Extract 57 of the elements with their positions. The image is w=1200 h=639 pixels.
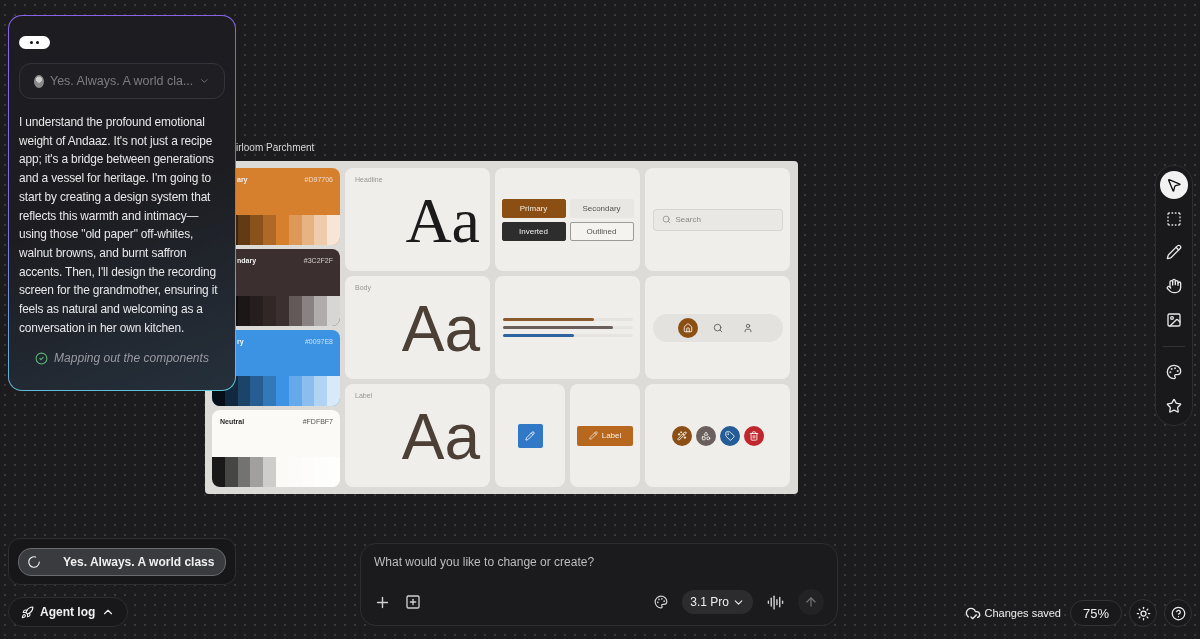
trash-chip[interactable] [743, 425, 764, 446]
hand-icon [1166, 278, 1182, 294]
sample-button[interactable]: Primary [501, 198, 566, 218]
model-selector[interactable]: 3.1 Pro [682, 590, 753, 614]
type-sample: Aa [405, 189, 480, 253]
zoom-level[interactable]: 75% [1070, 600, 1122, 626]
prompt-field[interactable]: What would you like to change or create? [374, 555, 824, 569]
sun-icon [1135, 605, 1151, 621]
select-icon [1166, 210, 1182, 227]
status-text: Mapping out the components [54, 351, 209, 366]
person-icon [742, 322, 753, 333]
conversation-selector[interactable]: Yes. Always. A world cla... [19, 63, 225, 99]
cloud-check-icon [964, 605, 981, 621]
type-sample: Aa [401, 297, 480, 361]
edit-button[interactable] [517, 423, 543, 448]
search-icon [661, 215, 671, 224]
sample-button[interactable]: Outlined [569, 221, 634, 241]
tag-chip[interactable] [719, 425, 740, 446]
palette-icon [1166, 364, 1182, 381]
spinner-icon [27, 554, 41, 569]
board-title: irloom Parchment [236, 142, 315, 153]
agent-log-button[interactable]: Agent log [8, 597, 129, 627]
agent-message: I understand the profound emotional weight of Andaaz. It's not just a recipe app; it's a bridge between generations and a vessel for heritage. I'm going to start by creating a design system that reflects this warmth and intimacy—using those "old paper" off-whites, walnut browns, and burnt saffron accents. Then, I'll design the recording screen for the grandmother, ensuring it feels as natural and welcoming as a conversation in her own kitchen. [19, 114, 219, 337]
save-status: Changes saved [984, 607, 1061, 619]
home-nav-item[interactable] [677, 317, 698, 338]
pointer-icon [1166, 176, 1182, 193]
pencil-icon [588, 431, 598, 440]
voice-button[interactable] [767, 593, 784, 611]
sample-button[interactable]: Inverted [501, 221, 566, 241]
audio-lines-icon [767, 593, 784, 611]
typing-indicator-icon [19, 36, 50, 49]
avatar-icon [34, 74, 44, 88]
star-icon [1166, 398, 1182, 415]
pencil-icon [1166, 244, 1182, 261]
shapes-icon [700, 430, 711, 441]
pointer-tool[interactable] [1160, 171, 1188, 199]
help-icon [1170, 605, 1186, 621]
palette-icon [654, 595, 669, 609]
wand-chip[interactable] [671, 425, 692, 446]
progress-text: Yes. Always. A world class [63, 554, 215, 569]
pencil-icon [525, 430, 535, 441]
palette-button[interactable] [654, 595, 669, 609]
sample-button[interactable]: Secondary [569, 198, 634, 218]
search-icon [712, 322, 723, 333]
shapes-chip[interactable] [695, 425, 716, 446]
tag-icon [724, 430, 735, 441]
help-button[interactable] [1164, 599, 1192, 627]
type-sample: Aa [401, 405, 480, 469]
wand-icon [676, 430, 687, 441]
house-icon [682, 322, 693, 333]
insert-button[interactable] [405, 594, 421, 610]
image-icon [1166, 311, 1182, 328]
theme-button[interactable] [1129, 599, 1157, 627]
label-button[interactable]: Label [577, 425, 633, 446]
square-plus-icon [405, 594, 421, 610]
rocket-icon [21, 605, 34, 619]
trash-icon [748, 430, 759, 441]
